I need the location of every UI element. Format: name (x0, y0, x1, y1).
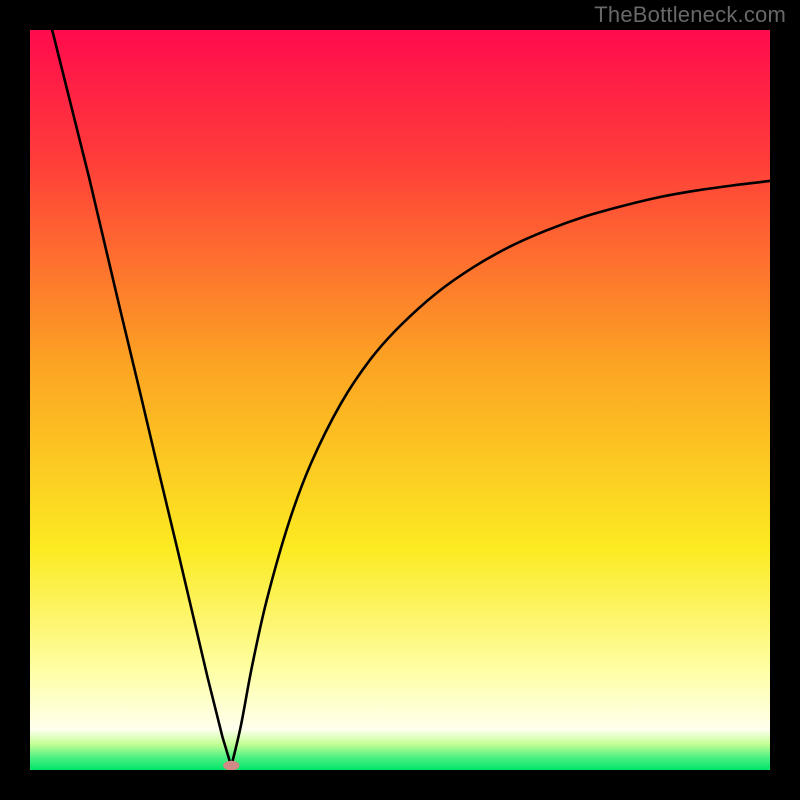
minimum-marker (223, 761, 239, 770)
plot-area (30, 30, 770, 770)
chart-svg (30, 30, 770, 770)
watermark-text: TheBottleneck.com (594, 2, 786, 28)
chart-frame: TheBottleneck.com (0, 0, 800, 800)
